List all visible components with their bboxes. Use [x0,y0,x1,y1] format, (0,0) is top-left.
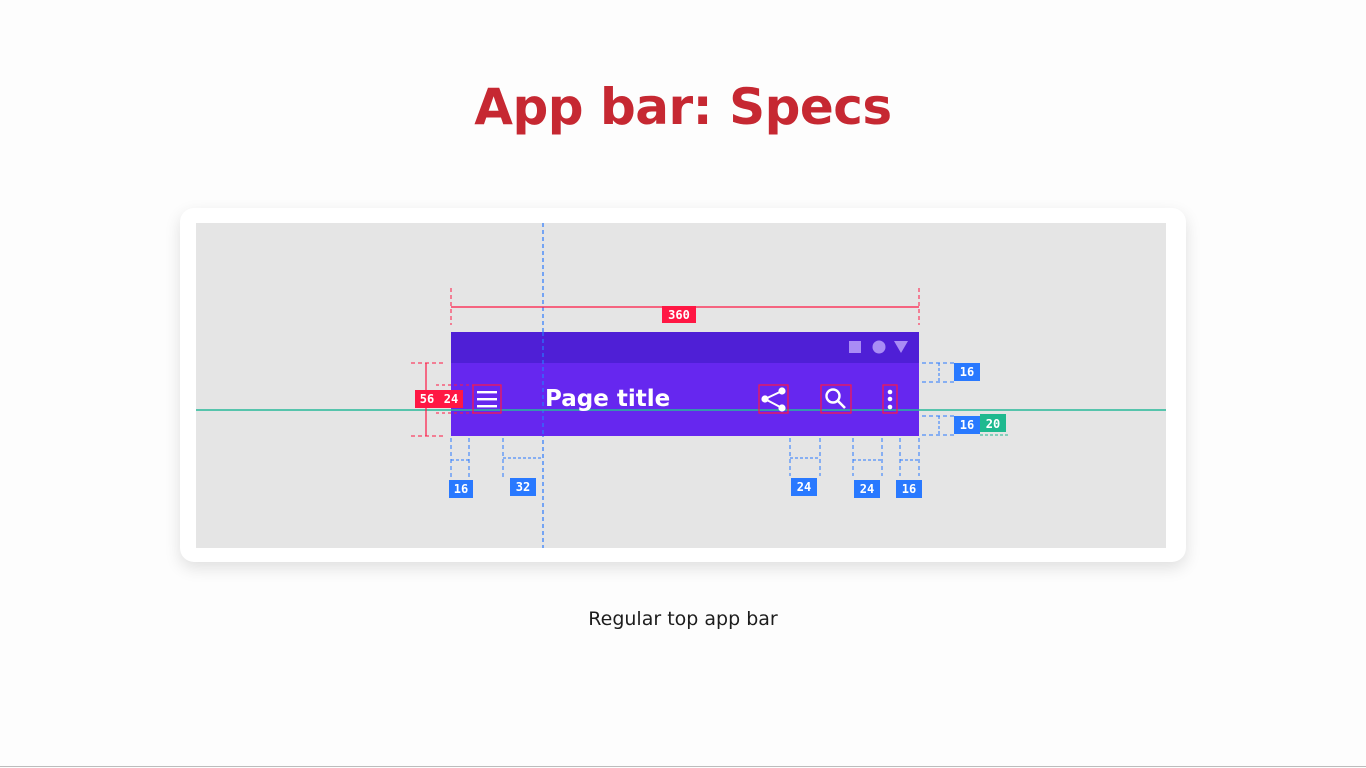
page-title: App bar: Specs [474,78,892,136]
left-margin-label: 16 [454,482,468,496]
circle-icon [872,340,886,354]
status-bar [451,332,919,363]
status-gap-label: 16 [960,365,974,379]
right-margin-label: 16 [902,482,916,496]
title-offset-label: 32 [516,480,530,494]
width-label: 360 [668,308,690,322]
spec-diagram: 360 56 24 16 16 20 16 32 24 24 16 [196,223,1166,548]
height-label: 56 [420,392,434,406]
action-gap-1-label: 24 [797,480,811,494]
spec-card: 360 56 24 16 16 20 16 32 24 24 16 Page t… [180,208,1186,562]
app-bar-title: Page title [545,386,671,412]
action-gap-2-label: 24 [860,482,874,496]
bottom-divider [0,766,1366,767]
app-bar-body [451,363,919,436]
figure-caption: Regular top app bar [588,608,778,630]
square-icon [849,341,861,353]
baseline-label: 20 [986,417,1000,431]
icon-size-label: 24 [444,392,458,406]
spec-canvas: 360 56 24 16 16 20 16 32 24 24 16 Page t… [196,223,1166,548]
bottom-gap-label: 16 [960,418,974,432]
